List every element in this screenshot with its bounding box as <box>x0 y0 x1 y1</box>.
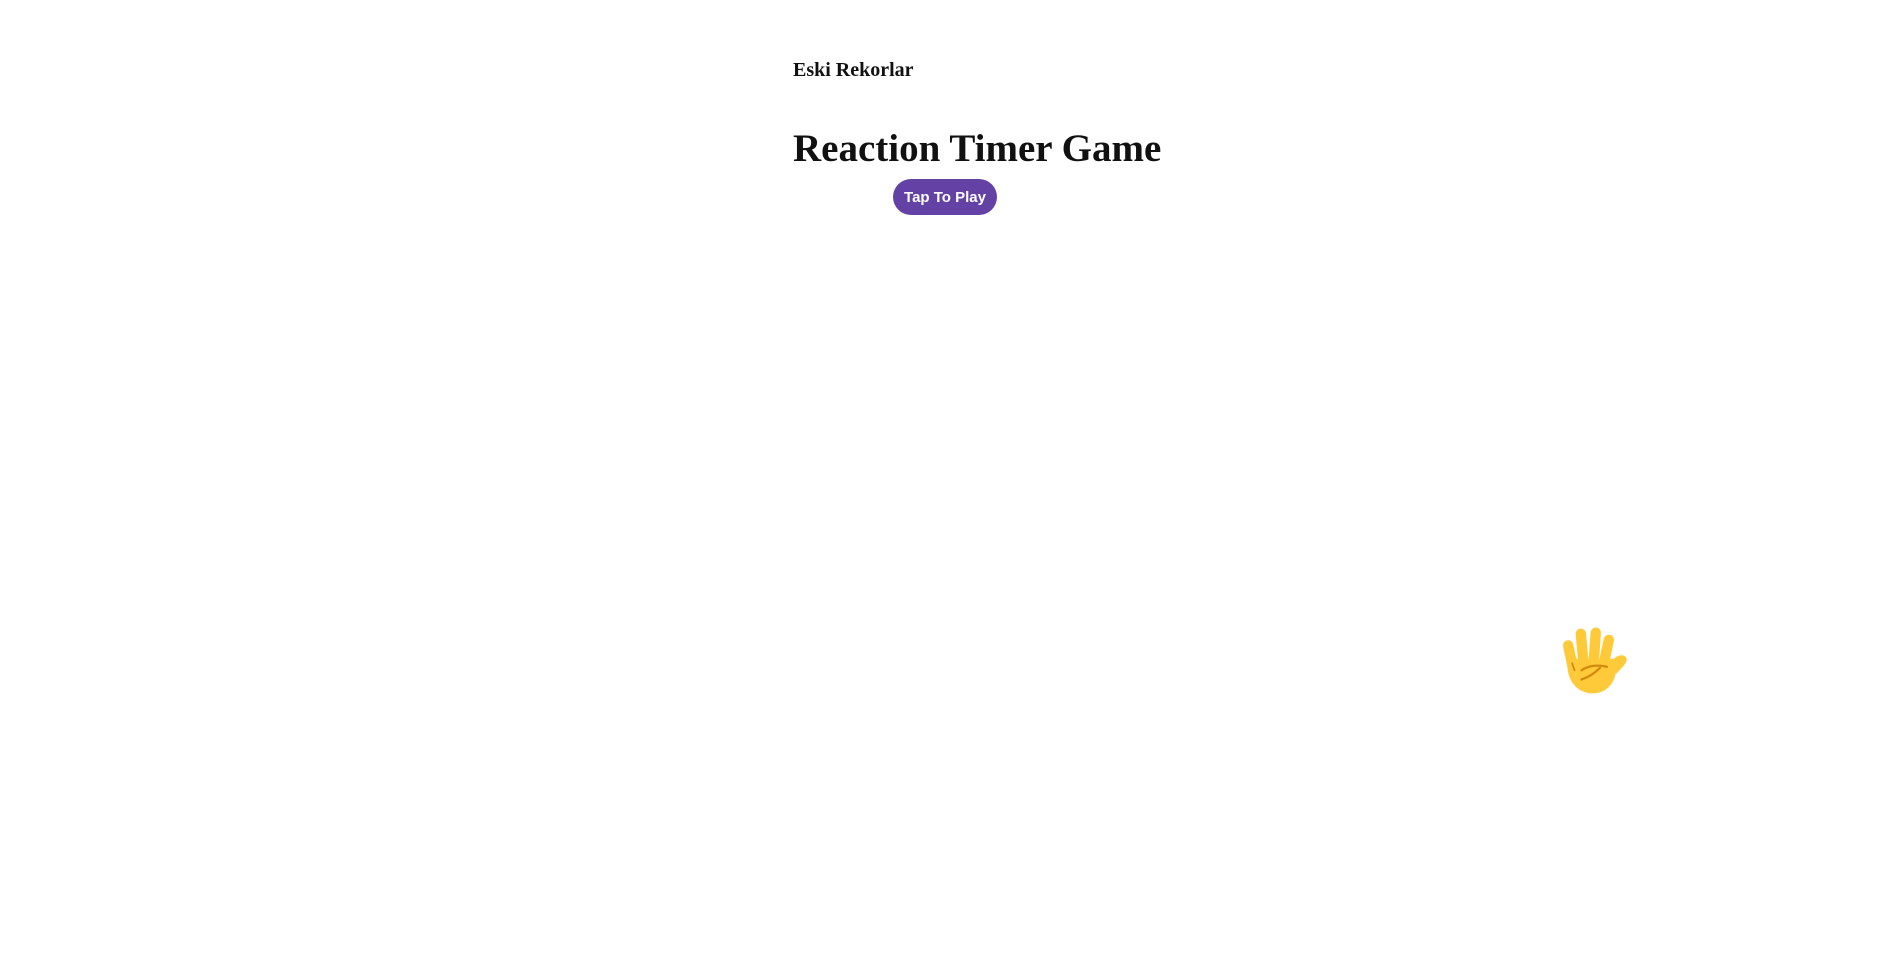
records-title: Eski Rekorlar <box>793 59 914 81</box>
page: Eski Rekorlar Reaction Timer Game Tap To… <box>0 0 1880 962</box>
tap-to-play-button[interactable]: Tap To Play <box>893 179 997 215</box>
game-title: Reaction Timer Game <box>793 127 1162 170</box>
raised-hand-icon <box>1562 627 1627 694</box>
game-panel: Eski Rekorlar Reaction Timer Game Tap To… <box>793 58 1162 215</box>
